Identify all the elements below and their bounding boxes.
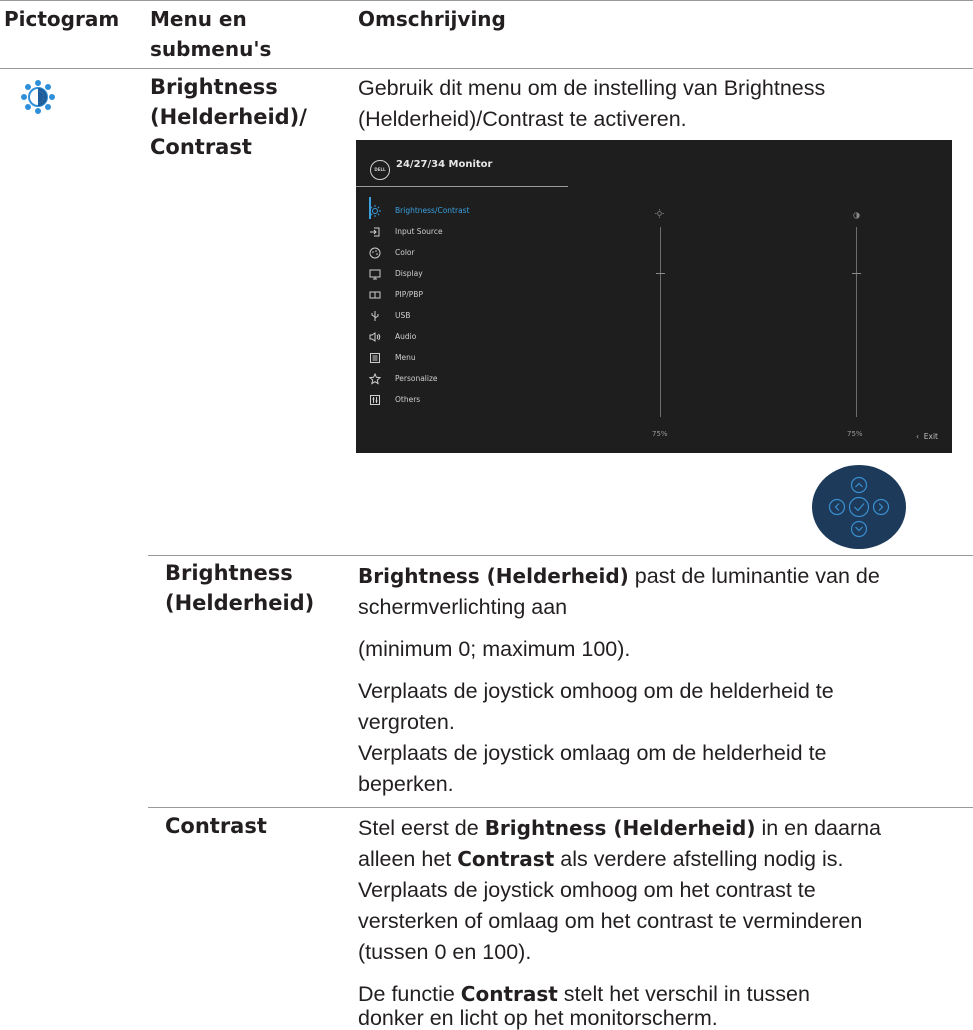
osd-item-input-source[interactable]: Input Source (368, 221, 470, 242)
menu-icon (368, 351, 382, 365)
contrast-slider-handle[interactable] (852, 273, 861, 274)
brightness-p1-line1: Brightness (Helderheid) past de luminant… (358, 561, 880, 592)
contrast-slider[interactable] (856, 227, 857, 417)
contrast-l6-c: stelt het verschil in tussen (557, 982, 810, 1006)
header-pictogram: Pictogram (4, 7, 120, 31)
input-icon (368, 225, 382, 239)
usb-icon (368, 309, 382, 323)
menu-label-line1: Brightness (150, 75, 278, 99)
osd-item-label: Input Source (395, 227, 443, 236)
osd-item-label: USB (395, 311, 411, 320)
contrast-l2-a: alleen het (358, 847, 458, 871)
header-description: Omschrijving (358, 7, 506, 31)
osd-exit-button[interactable]: ‹ Exit (916, 432, 938, 441)
header-rule (0, 68, 973, 69)
osd-item-label: PIP/PBP (395, 290, 423, 299)
osd-item-pip-pbp[interactable]: PIP/PBP (368, 284, 470, 305)
brightness-p1-line2: schermverlichting aan (358, 595, 568, 619)
osd-item-menu[interactable]: Menu (368, 347, 470, 368)
chevron-left-icon: ‹ (916, 432, 919, 441)
osd-item-label: Color (395, 248, 415, 257)
osd-item-display[interactable]: Display (368, 263, 470, 284)
osd-item-usb[interactable]: USB (368, 305, 470, 326)
brightness-slider-handle[interactable] (656, 273, 665, 274)
osd-menu-list: Brightness/Contrast Input Source Color D… (368, 200, 470, 410)
brightness-slider[interactable] (660, 227, 661, 417)
brightness-label-line2: (Helderheid) (165, 591, 315, 615)
brightness-p1-bold: Brightness (Helderheid) (358, 564, 629, 588)
contrast-line2: alleen het Contrast als verdere afstelli… (358, 844, 843, 875)
brightness-contrast-icon (20, 79, 56, 115)
contrast-l1-c: in en daarna (755, 816, 882, 840)
dell-logo: DELL (370, 160, 390, 180)
osd-item-others[interactable]: Others (368, 389, 470, 410)
contrast-line4: versterken of omlaag om het contrast te … (358, 909, 863, 933)
brightness-p3-line2: vergroten. (358, 710, 455, 734)
osd-item-audio[interactable]: Audio (368, 326, 470, 347)
pip-icon (368, 288, 382, 302)
osd-item-personalize[interactable]: Personalize (368, 368, 470, 389)
contrast-l6-bold: Contrast (460, 982, 558, 1006)
contrast-line1: Stel eerst de Brightness (Helderheid) in… (358, 813, 881, 844)
menu-label-line3: Contrast (150, 135, 252, 159)
joystick-icon (812, 465, 906, 549)
osd-item-label: Audio (395, 332, 417, 341)
others-icon (368, 393, 382, 407)
sun-icon (368, 204, 382, 218)
contrast-slider-icon (853, 204, 860, 223)
contrast-l1-bold: Brightness (Helderheid) (484, 816, 756, 840)
contrast-l1-a: Stel eerst de (358, 816, 485, 840)
contrast-label: Contrast (165, 814, 267, 838)
brightness-p1-rest: past de luminantie van de (628, 564, 880, 588)
osd-exit-label: Exit (923, 432, 938, 441)
header-menu-line2: submenu's (150, 37, 272, 61)
osd-item-label: Menu (395, 353, 416, 362)
osd-title: 24/27/34 Monitor (396, 159, 493, 170)
osd-screenshot: DELL 24/27/34 Monitor Brightness/Contras… (356, 140, 952, 453)
brightness-slider-icon (655, 203, 664, 222)
desc-line1: Gebruik dit menu om de instelling van Br… (358, 76, 826, 100)
star-icon (368, 372, 382, 386)
contrast-line7: donker en licht op het monitorscherm. (358, 1006, 718, 1030)
brightness-p4-line1: Verplaats de joystick omlaag om de helde… (358, 741, 827, 765)
osd-title-underline (356, 186, 568, 187)
display-icon (368, 267, 382, 281)
osd-item-brightness-contrast[interactable]: Brightness/Contrast (368, 200, 470, 221)
brightness-label-line1: Brightness (165, 561, 293, 585)
brightness-p4-line2: beperken. (358, 772, 454, 796)
osd-item-label: Personalize (395, 374, 438, 383)
brightness-p3-line1: Verplaats de joystick omhoog om de helde… (358, 679, 834, 703)
osd-item-label: Display (395, 269, 423, 278)
contrast-l2-c: als verdere afstelling nodig is. (554, 847, 844, 871)
top-rule (0, 0, 973, 1)
contrast-line3: Verplaats de joystick omhoog om het cont… (358, 878, 816, 902)
desc-line2: (Helderheid)/Contrast te activeren. (358, 107, 687, 131)
osd-marker-dot (358, 154, 360, 156)
osd-item-label: Brightness/Contrast (395, 206, 470, 215)
section-rule-1 (148, 555, 973, 556)
palette-icon (368, 246, 382, 260)
contrast-line5: (tussen 0 en 100). (358, 940, 532, 964)
contrast-l6-a: De functie (358, 982, 461, 1006)
osd-item-color[interactable]: Color (368, 242, 470, 263)
contrast-l2-bold: Contrast (457, 847, 555, 871)
osd-item-label: Others (395, 395, 421, 404)
menu-label-line2: (Helderheid)/ (150, 105, 307, 129)
brightness-value: 75% (652, 430, 668, 438)
header-menu-line1: Menu en (150, 7, 247, 31)
speaker-icon (368, 330, 382, 344)
brightness-p2: (minimum 0; maximum 100). (358, 637, 631, 661)
section-rule-2 (148, 807, 973, 808)
contrast-value: 75% (847, 430, 863, 438)
